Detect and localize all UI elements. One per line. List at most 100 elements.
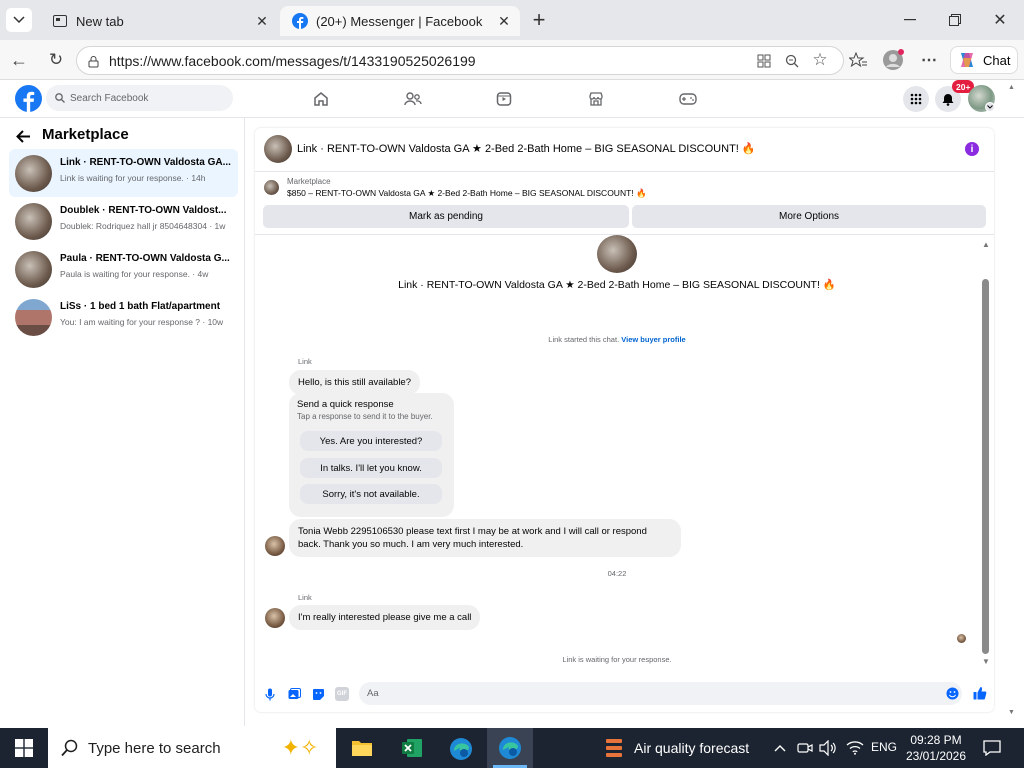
- new-tab-plus-icon[interactable]: +: [528, 7, 550, 32]
- weather-text[interactable]: Air quality forecast: [634, 740, 749, 756]
- search-icon: [60, 738, 80, 758]
- sender-avatar: [265, 536, 285, 556]
- thumbs-up-icon[interactable]: [972, 685, 988, 701]
- gif-icon[interactable]: GIF: [335, 687, 349, 701]
- taskbar-search-input[interactable]: Type here to search ✦✧: [48, 728, 336, 768]
- marketplace-icon[interactable]: [585, 88, 607, 110]
- volume-icon[interactable]: [818, 738, 838, 758]
- page-scroll-down-icon[interactable]: ▼: [1008, 709, 1015, 716]
- video-icon[interactable]: [493, 88, 515, 110]
- conversation-item[interactable]: Link · RENT-TO-OWN Valdosta GA... Link i…: [9, 149, 238, 197]
- close-window-icon[interactable]: ✕: [990, 8, 1010, 32]
- browser-toolbar: ← ↻ https://www.facebook.com/messages/t/…: [0, 40, 1024, 80]
- chat-avatar[interactable]: [264, 135, 292, 163]
- mark-as-pending-button[interactable]: Mark as pending: [263, 205, 629, 228]
- quick-reply-button[interactable]: In talks. I'll let you know.: [300, 458, 442, 478]
- message-bubble[interactable]: Tonia Webb 2295106530 please text first …: [289, 519, 681, 557]
- view-buyer-profile-link[interactable]: View buyer profile: [621, 335, 685, 344]
- notification-center-icon[interactable]: [982, 738, 1002, 758]
- more-options-button[interactable]: More Options: [632, 205, 986, 228]
- wifi-icon[interactable]: [845, 738, 865, 758]
- conversation-item[interactable]: Doublek · RENT-TO-OWN Valdost... Doublek…: [9, 197, 238, 245]
- copilot-chat-button[interactable]: Chat: [950, 46, 1018, 74]
- sparkle-icon: ✦✧: [281, 735, 319, 760]
- scroll-down-arrow-icon[interactable]: ▼: [982, 657, 990, 666]
- scroll-up-arrow-icon[interactable]: ▲: [982, 240, 990, 249]
- favorite-star-icon[interactable]: ☆: [811, 50, 829, 69]
- language-indicator[interactable]: ENG: [871, 740, 897, 754]
- gaming-icon[interactable]: [677, 88, 699, 110]
- zoom-icon[interactable]: [783, 52, 801, 70]
- page-scroll-up-icon[interactable]: ▲: [1008, 84, 1015, 91]
- chat-header-title[interactable]: Link · RENT-TO-OWN Valdosta GA ★ 2-Bed 2…: [297, 142, 756, 155]
- timestamp: 04:22: [607, 569, 627, 578]
- back-arrow-icon[interactable]: [16, 128, 31, 148]
- app-available-icon[interactable]: [755, 52, 773, 70]
- conversation-item[interactable]: Paula · RENT-TO-OWN Valdosta G... Paula …: [9, 245, 238, 293]
- facebook-search-input[interactable]: Search Facebook: [46, 85, 233, 111]
- listing-text[interactable]: $850 – RENT-TO-OWN Valdosta GA ★ 2-Bed 2…: [287, 188, 647, 199]
- taskbar-active-app[interactable]: [487, 728, 533, 768]
- sticker-icon[interactable]: [311, 686, 325, 702]
- sender-name: Link: [298, 357, 312, 366]
- url-text: https://www.facebook.com/messages/t/1433…: [109, 52, 476, 69]
- quick-response-card: Send a quick response Tap a response to …: [289, 393, 454, 517]
- message-bubble[interactable]: I'm really interested please give me a c…: [289, 605, 481, 630]
- restore-icon[interactable]: [945, 8, 965, 32]
- conversation-item[interactable]: LiSs · 1 bed 1 bath Flat/apartment You: …: [9, 293, 238, 341]
- address-bar[interactable]: https://www.facebook.com/messages/t/1433…: [76, 46, 844, 75]
- site-info-icon[interactable]: [85, 53, 101, 69]
- tab-messenger[interactable]: (20+) Messenger | Facebook ✕: [280, 6, 520, 36]
- close-tab-icon[interactable]: ✕: [254, 13, 270, 30]
- emoji-icon[interactable]: [945, 686, 959, 700]
- show-hidden-icons-chevron-icon[interactable]: [772, 738, 788, 758]
- conversation-avatar: [15, 155, 52, 192]
- sidebar-title: Marketplace: [42, 126, 129, 143]
- tab-list-chevron-icon[interactable]: [6, 8, 32, 32]
- scrollbar-thumb[interactable]: [982, 279, 989, 654]
- file-explorer-icon[interactable]: [350, 736, 374, 760]
- conversation-title: Link · RENT-TO-OWN Valdosta GA...: [60, 157, 231, 168]
- back-arrow-icon[interactable]: ←: [8, 49, 30, 71]
- meet-now-icon[interactable]: [796, 738, 814, 758]
- sender-avatar: [265, 608, 285, 628]
- profile-avatar-icon[interactable]: [882, 49, 904, 71]
- refresh-icon[interactable]: ↻: [45, 49, 67, 71]
- menu-grid-icon[interactable]: [903, 86, 929, 112]
- friends-icon[interactable]: [402, 88, 424, 110]
- photo-icon[interactable]: [287, 686, 301, 702]
- minimize-icon[interactable]: [900, 8, 920, 32]
- seen-receipt-avatar: [957, 634, 966, 643]
- conversation-preview: You: I am waiting for your response ? · …: [60, 317, 224, 327]
- edge-icon[interactable]: [448, 736, 474, 762]
- favorites-list-icon[interactable]: [848, 50, 868, 70]
- facebook-logo-icon[interactable]: [15, 85, 42, 112]
- home-icon[interactable]: [310, 88, 332, 110]
- close-tab-icon[interactable]: ✕: [496, 13, 512, 30]
- quick-reply-button[interactable]: Yes. Are you interested?: [300, 431, 442, 451]
- conversation-preview: Paula is waiting for your response. · 4w: [60, 269, 209, 279]
- chat-button-label: Chat: [983, 52, 1011, 68]
- intro-title: Link · RENT-TO-OWN Valdosta GA ★ 2-Bed 2…: [398, 279, 836, 291]
- facebook-favicon-icon: [292, 13, 308, 29]
- more-menu-icon[interactable]: ⋯: [918, 49, 940, 71]
- account-chevron-icon[interactable]: [985, 102, 995, 112]
- marketplace-sidebar: Marketplace Link · RENT-TO-OWN Valdosta …: [0, 118, 245, 726]
- windows-start-icon[interactable]: [14, 738, 34, 758]
- divider: [255, 171, 994, 172]
- copilot-icon: [957, 51, 977, 69]
- edge-icon: [497, 735, 523, 761]
- quick-reply-button[interactable]: Sorry, it's not available.: [300, 484, 442, 504]
- air-quality-icon[interactable]: [602, 736, 626, 760]
- microphone-icon[interactable]: [263, 686, 277, 702]
- excel-icon[interactable]: [400, 736, 424, 760]
- info-icon[interactable]: i: [965, 142, 979, 156]
- message-input[interactable]: Aa: [359, 682, 962, 705]
- tab-new-tab[interactable]: New tab ✕: [40, 6, 278, 36]
- message-bubble[interactable]: Hello, is this still available?: [289, 370, 420, 395]
- tab-title: New tab: [76, 13, 124, 29]
- taskbar-search-placeholder: Type here to search: [88, 739, 221, 757]
- started-chat-text: Link started this chat.: [548, 335, 620, 344]
- sender-name: Link: [298, 593, 312, 602]
- clock[interactable]: 09:28 PM 23/01/2026: [900, 732, 972, 764]
